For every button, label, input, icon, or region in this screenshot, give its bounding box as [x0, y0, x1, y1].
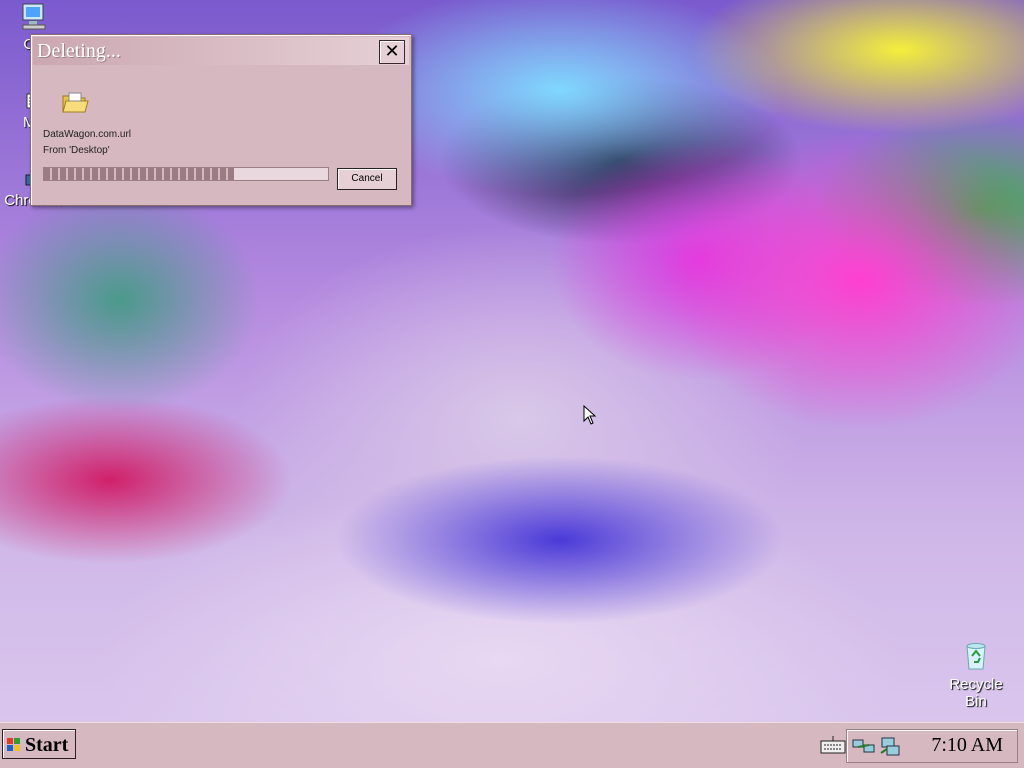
network-icon[interactable] [851, 736, 877, 756]
deleting-file-name: DataWagon.com.url [43, 129, 131, 140]
deleting-dialog: Deleting... ✕ DataWagon.com.url From 'De… [30, 34, 412, 206]
dialog-titlebar[interactable]: Deleting... ✕ [33, 37, 409, 65]
dialog-title: Deleting... [37, 40, 121, 62]
open-folder-icon [62, 92, 89, 113]
network-activity-icon[interactable] [879, 735, 903, 757]
keyboard-icon[interactable] [820, 735, 846, 755]
desktop-icon-recycle-bin[interactable]: Recycle Bin [936, 640, 1016, 710]
taskbar: Start 7:10 AM [0, 722, 1024, 768]
mouse-pointer-icon [583, 405, 597, 425]
recycle-bin-label-line2: Bin [965, 693, 987, 710]
cancel-button[interactable]: Cancel [337, 168, 397, 190]
clock[interactable]: 7:10 AM [931, 734, 1003, 757]
windows-logo-icon [7, 738, 20, 751]
start-button[interactable]: Start [2, 729, 76, 759]
recycle-bin-icon [966, 643, 986, 670]
computer-icon [22, 3, 46, 30]
system-tray: 7:10 AM [846, 729, 1018, 763]
start-label: Start [25, 734, 69, 756]
recycle-bin-label-line1: Recycle [949, 676, 1003, 693]
close-button[interactable]: ✕ [379, 40, 405, 64]
deleting-from-location: From 'Desktop' [43, 145, 110, 156]
delete-progress-bar [43, 167, 329, 181]
progress-fill [44, 168, 235, 180]
